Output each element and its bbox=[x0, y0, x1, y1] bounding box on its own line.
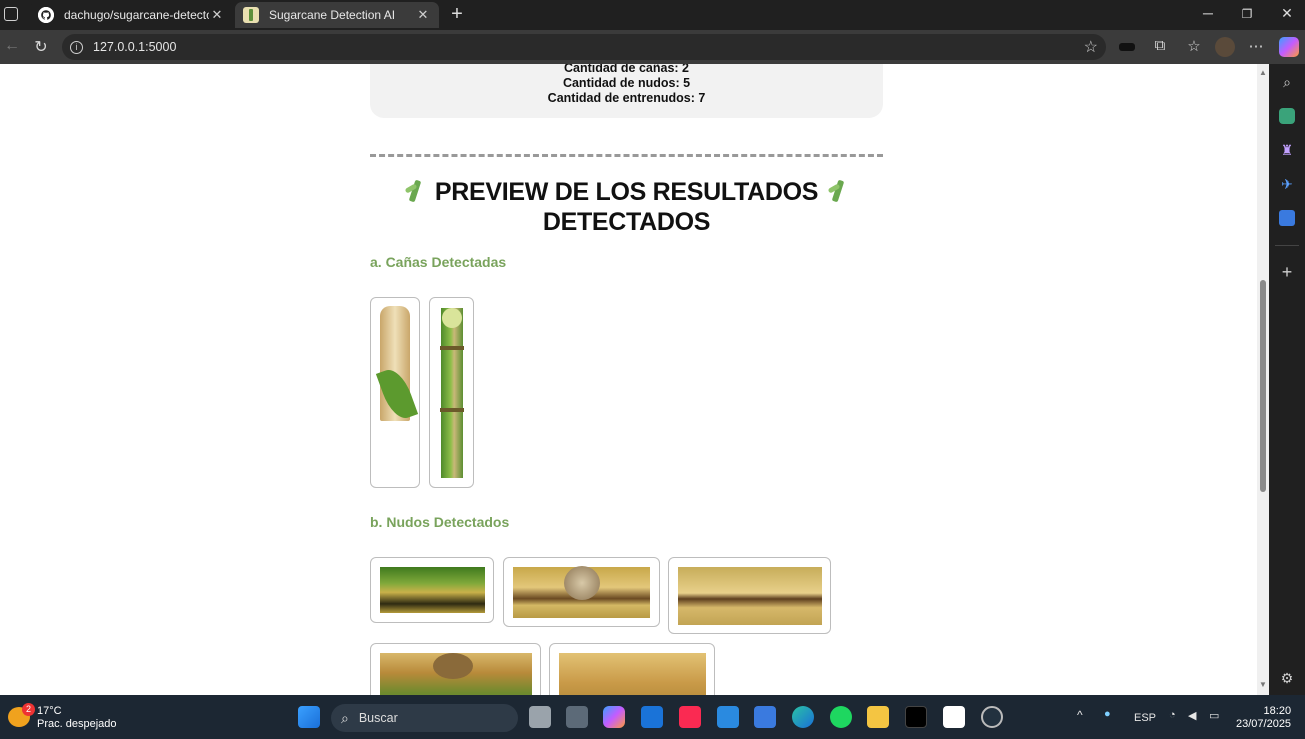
node-image-3[interactable] bbox=[668, 557, 831, 634]
avatar[interactable] bbox=[1215, 37, 1235, 57]
weather-badge: 2 bbox=[22, 703, 35, 716]
cane-image-1[interactable] bbox=[370, 297, 420, 488]
task-view-icon[interactable] bbox=[529, 706, 551, 728]
stat-nudos: Cantidad de nudos: 5 bbox=[562, 76, 691, 90]
page-viewport: Cantidad de cañas: 2 Cantidad de nudos: … bbox=[0, 64, 1257, 695]
tab-label: dachugo/sugarcane-detector-ai: bbox=[64, 8, 209, 22]
back-icon[interactable]: ← bbox=[2, 37, 22, 55]
sugarcane-emoji-icon bbox=[825, 178, 851, 204]
title-bar: dachugo/sugarcane-detector-ai: ✕ Sugarca… bbox=[0, 0, 1305, 30]
language-indicator[interactable]: ESP bbox=[1134, 712, 1156, 724]
search-icon[interactable]: ⌕ bbox=[1279, 74, 1295, 90]
extension-icon[interactable] bbox=[1117, 37, 1137, 57]
sugarcane-emoji-icon bbox=[402, 178, 428, 204]
dashed-divider bbox=[370, 154, 883, 157]
favorites-icon[interactable]: ☆ bbox=[1184, 37, 1204, 57]
notepad-icon[interactable] bbox=[754, 706, 776, 728]
stat-entrenudos: Cantidad de entrenudos: 7 bbox=[547, 91, 706, 105]
github-icon bbox=[38, 7, 54, 23]
close-tab-icon[interactable]: ✕ bbox=[209, 7, 225, 23]
refresh-icon[interactable]: ↻ bbox=[31, 37, 51, 57]
chess-icon[interactable]: ♜ bbox=[1279, 142, 1295, 158]
close-tab-icon[interactable]: ✕ bbox=[415, 7, 431, 23]
preview-title-line1: PREVIEW DE LOS RESULTADOS bbox=[434, 178, 819, 206]
stat-canas: Cantidad de cañas: 2 bbox=[563, 64, 690, 75]
favorite-star-icon[interactable]: ☆ bbox=[1084, 37, 1098, 57]
address-bar[interactable]: i 127.0.0.1:5000 ☆ bbox=[62, 34, 1106, 60]
search-placeholder: Buscar bbox=[358, 711, 398, 725]
edge-sidebar: ⌕ ♜ ✈ + ⚙ bbox=[1269, 64, 1305, 695]
taskbar-clock[interactable]: 18:20 23/07/2025 bbox=[1236, 705, 1291, 731]
sidebar-divider bbox=[1275, 245, 1299, 246]
node-image-5[interactable] bbox=[549, 643, 715, 695]
scroll-up-icon[interactable]: ▲ bbox=[1259, 68, 1267, 77]
add-icon[interactable]: + bbox=[1279, 263, 1295, 281]
taskbar: 2 17°C Prac. despejado ⌕ Buscar ^ ● ESP … bbox=[0, 695, 1305, 739]
wifi-icon[interactable]: ◔ bbox=[1169, 709, 1176, 721]
scroll-thumb[interactable] bbox=[1260, 280, 1266, 492]
preview-title-line2: DETECTADOS bbox=[542, 208, 711, 236]
windows-start-icon[interactable] bbox=[298, 706, 320, 728]
tab-sugarcane[interactable]: Sugarcane Detection AI ✕ bbox=[235, 2, 439, 28]
vscode-icon[interactable] bbox=[717, 706, 739, 728]
bird-icon[interactable]: ✈ bbox=[1279, 176, 1295, 192]
microphone-icon[interactable]: ● bbox=[1104, 708, 1111, 720]
sugarcane-icon bbox=[243, 7, 259, 23]
taskbar-search[interactable]: ⌕ Buscar bbox=[331, 704, 518, 732]
more-options-icon[interactable]: ⋯ bbox=[1246, 37, 1266, 57]
battery-icon[interactable]: ▭ bbox=[1209, 709, 1219, 722]
new-tab-icon[interactable]: + bbox=[447, 3, 467, 26]
scroll-down-icon[interactable]: ▼ bbox=[1259, 680, 1267, 689]
file-explorer-icon[interactable] bbox=[867, 706, 889, 728]
tray-chevron-icon[interactable]: ^ bbox=[1077, 708, 1083, 722]
node-image-2[interactable] bbox=[503, 557, 660, 627]
extensions-puzzle-icon[interactable]: ⧉ bbox=[1150, 37, 1170, 57]
clock-date: 23/07/2025 bbox=[1236, 718, 1292, 730]
chatgpt-icon[interactable] bbox=[1279, 108, 1295, 124]
page-scrollbar[interactable]: ▲ ▼ bbox=[1257, 64, 1269, 695]
url-text: 127.0.0.1:5000 bbox=[93, 40, 177, 54]
music-app-icon[interactable] bbox=[679, 706, 701, 728]
chatgpt-app-icon[interactable] bbox=[981, 706, 1003, 728]
site-info-icon[interactable]: i bbox=[70, 40, 83, 54]
node-image-4[interactable] bbox=[370, 643, 541, 695]
tab-actions-icon[interactable] bbox=[4, 7, 18, 21]
minimize-icon[interactable]: ─ bbox=[1198, 5, 1218, 21]
tab-label: Sugarcane Detection AI bbox=[269, 8, 396, 22]
close-window-icon[interactable]: ✕ bbox=[1277, 5, 1297, 22]
node-image-1[interactable] bbox=[370, 557, 494, 623]
spotify-icon[interactable] bbox=[830, 706, 852, 728]
stats-card: Cantidad de cañas: 2 Cantidad de nudos: … bbox=[370, 64, 883, 118]
search-icon: ⌕ bbox=[341, 709, 349, 726]
notion-icon[interactable] bbox=[943, 706, 965, 728]
terminal-app-icon[interactable] bbox=[905, 706, 927, 728]
clock-time: 18:20 bbox=[1263, 705, 1292, 717]
outlook-icon[interactable] bbox=[1279, 210, 1295, 226]
settings-icon[interactable]: ⚙ bbox=[1279, 670, 1295, 686]
volume-icon[interactable]: ◀ bbox=[1188, 709, 1196, 722]
calculator-icon[interactable] bbox=[566, 706, 588, 728]
restore-icon[interactable]: ❐ bbox=[1237, 7, 1257, 21]
cane-image-2[interactable] bbox=[429, 297, 474, 488]
weather-temp: 17°C bbox=[37, 705, 62, 717]
weather-desc: Prac. despejado bbox=[37, 718, 117, 730]
section-canas-heading: a. Cañas Detectadas bbox=[370, 254, 507, 270]
preview-title: PREVIEW DE LOS RESULTADOS DETECTADOS bbox=[370, 177, 883, 237]
tab-github[interactable]: dachugo/sugarcane-detector-ai: ✕ bbox=[30, 2, 233, 28]
copilot-icon[interactable] bbox=[1279, 37, 1299, 57]
edge-icon[interactable] bbox=[792, 706, 814, 728]
browser-toolbar: ← ↻ i 127.0.0.1:5000 ☆ ⧉ ☆ ⋯ bbox=[0, 30, 1305, 64]
copilot-app-icon[interactable] bbox=[603, 706, 625, 728]
outlook-app-icon[interactable] bbox=[641, 706, 663, 728]
section-nudos-heading: b. Nudos Detectados bbox=[370, 514, 510, 530]
